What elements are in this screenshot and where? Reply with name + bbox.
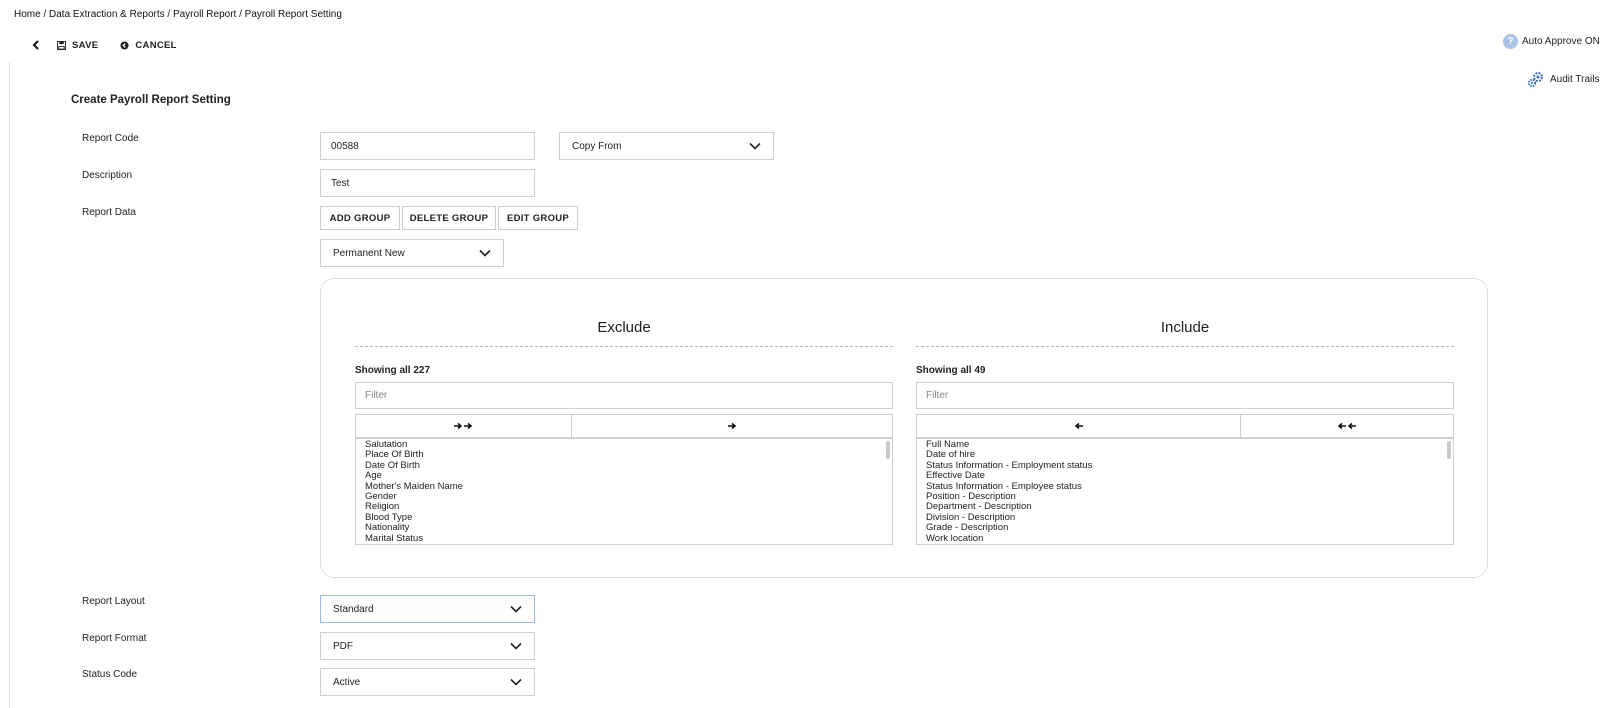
report-layout-label: Report Layout — [82, 596, 145, 607]
include-listbox[interactable]: Full Name Date of hire Status Informatio… — [916, 438, 1454, 545]
help-icon: ? — [1503, 34, 1518, 49]
list-item[interactable]: Marital Status — [365, 533, 892, 544]
group-select[interactable]: Permanent New — [320, 239, 504, 267]
audit-trails-button[interactable]: Audit Trails — [1527, 71, 1599, 88]
exclude-scrollbar[interactable] — [886, 441, 890, 459]
add-group-button[interactable]: ADD GROUP — [320, 206, 400, 230]
include-count: Showing all 49 — [916, 365, 986, 376]
chevron-down-icon — [510, 642, 522, 650]
cancel-circle-icon — [120, 40, 129, 50]
include-move-bar — [916, 414, 1454, 438]
chevron-down-icon — [749, 142, 761, 150]
list-item[interactable]: Gender — [365, 491, 892, 502]
report-layout-value: Standard — [333, 603, 374, 615]
floppy-disk-icon — [57, 40, 66, 50]
copy-from-value: Copy From — [572, 140, 622, 152]
list-item[interactable]: Place Of Birth — [365, 449, 892, 460]
move-right-button[interactable] — [571, 415, 892, 437]
save-label: SAVE — [72, 39, 99, 51]
move-all-left-button[interactable] — [1240, 415, 1453, 437]
list-item[interactable]: Salutation — [365, 439, 892, 450]
arrow-left-icon — [1074, 422, 1083, 430]
list-item[interactable]: Religion — [365, 502, 892, 513]
group-select-value: Permanent New — [333, 247, 405, 259]
chevron-down-icon — [510, 605, 522, 613]
status-code-label: Status Code — [82, 669, 138, 680]
cancel-label: CANCEL — [135, 39, 177, 51]
move-left-button[interactable] — [917, 415, 1240, 437]
auto-approve-label: Auto Approve ON — [1522, 36, 1600, 47]
list-item[interactable]: Status Information - Employment status — [926, 460, 1453, 471]
list-item[interactable]: Date Of Birth — [365, 460, 892, 471]
double-arrow-left-icon — [1337, 422, 1356, 430]
include-title: Include — [1160, 319, 1210, 336]
status-code-select[interactable]: Active — [320, 668, 535, 696]
delete-group-button[interactable]: DELETE GROUP — [402, 206, 496, 230]
save-button[interactable]: SAVE — [57, 40, 98, 51]
copy-from-select[interactable]: Copy From — [559, 132, 774, 160]
gears-icon — [1527, 72, 1543, 88]
report-data-label: Report Data — [82, 207, 136, 218]
include-scrollbar[interactable] — [1447, 441, 1451, 459]
chevron-down-icon — [479, 249, 491, 257]
exclude-title: Exclude — [597, 319, 651, 336]
toolbar: SAVE CANCEL — [14, 38, 177, 52]
breadcrumb: Home / Data Extraction & Reports / Payro… — [14, 9, 342, 20]
report-format-label: Report Format — [82, 633, 147, 644]
dual-listbox-panel: Exclude Showing all 227 Filter Salutatio… — [320, 278, 1488, 578]
exclude-divider — [355, 346, 893, 347]
report-code-label: Report Code — [82, 133, 139, 144]
exclude-count: Showing all 227 — [355, 365, 431, 376]
audit-trails-label: Audit Trails — [1550, 74, 1600, 85]
chevron-left-icon — [32, 40, 39, 50]
exclude-move-bar — [355, 414, 893, 438]
list-item[interactable]: Work location — [926, 533, 1453, 544]
content-divider — [9, 62, 10, 708]
description-label: Description — [82, 170, 133, 181]
list-item[interactable]: Full Name — [926, 439, 1453, 450]
list-item[interactable]: Grade - Description — [926, 522, 1453, 533]
chevron-down-icon — [510, 678, 522, 686]
edit-group-button[interactable]: EDIT GROUP — [498, 206, 578, 230]
move-all-right-button[interactable] — [356, 415, 571, 437]
report-format-value: PDF — [333, 640, 353, 652]
include-filter-input[interactable]: Filter — [916, 382, 1454, 409]
description-input[interactable]: Test — [320, 169, 535, 197]
cancel-button[interactable]: CANCEL — [120, 40, 176, 51]
auto-approve-status[interactable]: ? Auto Approve ON — [1503, 34, 1600, 49]
list-item[interactable]: Blood Type — [365, 512, 892, 523]
page-title: Create Payroll Report Setting — [71, 94, 231, 106]
report-code-input[interactable]: 00588 — [320, 132, 535, 160]
list-item[interactable]: Mother's Maiden Name — [365, 481, 892, 492]
arrow-right-icon — [728, 422, 737, 430]
exclude-listbox[interactable]: Salutation Place Of Birth Date Of Birth … — [355, 438, 893, 545]
list-item[interactable]: Nationality — [365, 522, 892, 533]
status-code-value: Active — [333, 676, 361, 688]
exclude-filter-input[interactable]: Filter — [355, 382, 893, 409]
report-layout-select[interactable]: Standard — [320, 595, 535, 623]
report-format-select[interactable]: PDF — [320, 632, 535, 660]
back-button[interactable] — [29, 38, 43, 52]
include-divider — [916, 346, 1454, 347]
double-arrow-right-icon — [453, 422, 472, 430]
